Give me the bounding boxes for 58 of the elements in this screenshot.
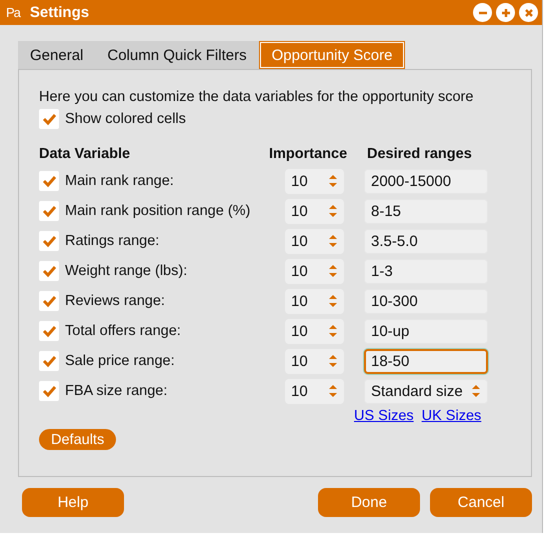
- range-field[interactable]: 1-3: [364, 258, 488, 284]
- checkbox[interactable]: [39, 109, 59, 129]
- spinner-arrows-icon[interactable]: [328, 204, 338, 218]
- window-title: Settings: [30, 4, 90, 21]
- size-dropdown[interactable]: Standard size: [364, 378, 488, 404]
- range-field[interactable]: 8-15: [364, 198, 488, 224]
- column-header: Data Variable: [39, 146, 132, 162]
- spinner-arrows-icon[interactable]: [328, 384, 338, 398]
- column-header: Importance: [269, 146, 348, 162]
- checkbox[interactable]: [39, 291, 59, 311]
- importance-spinner[interactable]: 10: [285, 318, 344, 344]
- importance-spinner[interactable]: 10: [285, 258, 344, 284]
- checkbox-label: Weight range (lbs):: [65, 263, 188, 279]
- checkbox[interactable]: [39, 321, 59, 341]
- spinner-arrows-icon[interactable]: [328, 174, 338, 188]
- checkbox[interactable]: [39, 351, 59, 371]
- checkbox-label: Ratings range:: [65, 233, 160, 249]
- close-button[interactable]: [519, 3, 538, 22]
- close-icon: [522, 6, 534, 18]
- checkbox-label: Reviews range:: [65, 293, 165, 309]
- range-field[interactable]: 18-50: [364, 348, 488, 374]
- importance-spinner[interactable]: 10: [285, 288, 344, 314]
- column-header: Desired ranges: [367, 146, 473, 162]
- dropdown-arrows-icon: [471, 384, 481, 398]
- checkbox-label: Show colored cells: [65, 111, 186, 127]
- tab[interactable]: General: [18, 41, 96, 69]
- size-link[interactable]: UK Sizes: [422, 408, 482, 424]
- range-field[interactable]: 3.5-5.0: [364, 228, 488, 254]
- plus-icon: [500, 6, 512, 18]
- size-link[interactable]: US Sizes: [354, 408, 414, 424]
- spinner-arrows-icon[interactable]: [328, 354, 338, 368]
- checkbox-label: FBA size range:: [65, 383, 168, 399]
- importance-spinner[interactable]: 10: [285, 228, 344, 254]
- minimize-button[interactable]: [473, 3, 492, 22]
- checkbox[interactable]: [39, 201, 59, 221]
- checkbox[interactable]: [39, 261, 59, 281]
- range-field[interactable]: 10-300: [364, 288, 488, 314]
- checkbox-label: Main rank position range (%): [65, 203, 250, 219]
- importance-spinner[interactable]: 10: [285, 198, 344, 224]
- spinner-arrows-icon[interactable]: [328, 264, 338, 278]
- importance-spinner[interactable]: 10: [285, 348, 344, 374]
- range-field[interactable]: 10-up: [364, 318, 488, 344]
- range-field[interactable]: 2000-15000: [364, 168, 488, 194]
- checkbox[interactable]: [39, 231, 59, 251]
- checkbox[interactable]: [39, 381, 59, 401]
- checkbox-label: Total offers range:: [65, 323, 181, 339]
- maximize-button[interactable]: [496, 3, 515, 22]
- importance-spinner[interactable]: 10: [285, 168, 344, 194]
- spinner-arrows-icon[interactable]: [328, 324, 338, 338]
- spinner-arrows-icon[interactable]: [328, 234, 338, 248]
- importance-spinner[interactable]: 10: [285, 378, 344, 404]
- checkbox[interactable]: [39, 171, 59, 191]
- tab[interactable]: Column Quick Filters: [95, 41, 259, 69]
- checkbox-label: Main rank range:: [65, 173, 174, 189]
- intro-text: Here you can customize the data variables for the opportunity score: [39, 90, 474, 105]
- spinner-arrows-icon[interactable]: [328, 294, 338, 308]
- checkbox-label: Sale price range:: [65, 353, 175, 369]
- app-logo: Pa: [6, 5, 20, 20]
